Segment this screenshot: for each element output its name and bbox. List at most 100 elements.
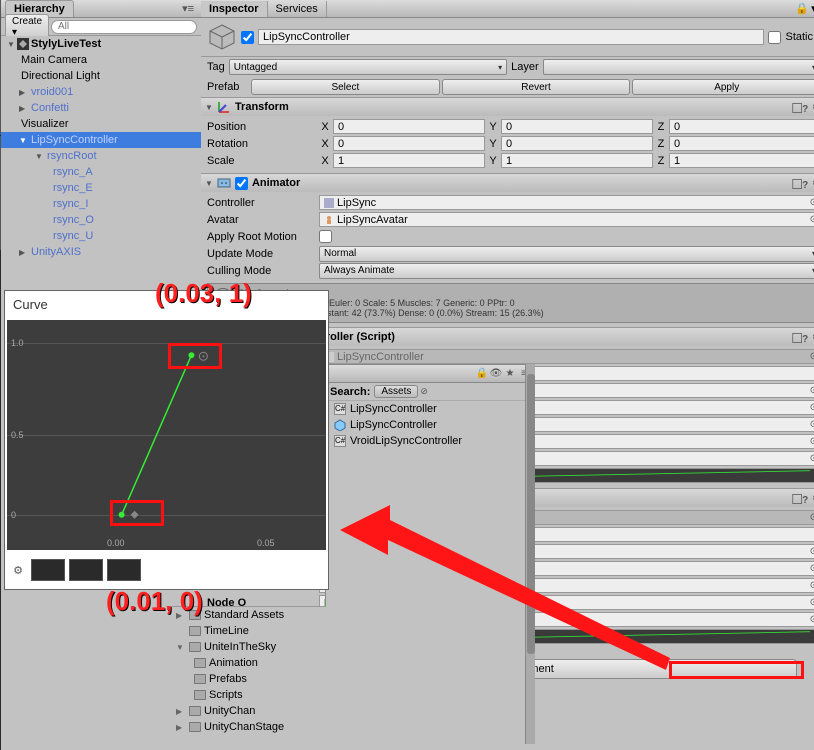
hierarchy-item[interactable]: Directional Light: [19, 70, 100, 82]
static-checkbox[interactable]: [768, 31, 781, 44]
scale-y-input[interactable]: [501, 153, 653, 168]
folder-row[interactable]: ▶UnityChan: [166, 703, 326, 719]
unity-icon: [17, 38, 29, 50]
script-icon: C#: [334, 403, 346, 415]
hierarchy-item[interactable]: Visualizer: [19, 118, 69, 130]
hierarchy-item[interactable]: rsync_U: [51, 230, 93, 242]
position-y-input[interactable]: [501, 119, 653, 134]
animator-enabled-checkbox[interactable]: [235, 177, 248, 190]
gear-icon[interactable]: ⚙: [9, 561, 27, 579]
hierarchy-item[interactable]: UnityAXIS: [29, 246, 81, 258]
avatar-label: Avatar: [207, 214, 317, 226]
annotation-box: [110, 500, 164, 526]
prefab-select-button[interactable]: Select: [251, 79, 440, 95]
tag-dropdown[interactable]: Untagged: [229, 59, 507, 75]
hierarchy-item[interactable]: Confetti: [29, 102, 69, 114]
folder-row[interactable]: ▼UniteInTheSky: [166, 639, 326, 655]
inspector-tab[interactable]: Inspector: [201, 1, 268, 17]
foldout-icon[interactable]: ▼: [205, 103, 213, 112]
culling-dropdown[interactable]: Always Animate: [319, 263, 814, 279]
static-label: Static: [785, 31, 813, 43]
hierarchy-item[interactable]: rsync_O: [51, 214, 94, 226]
favorite-icon[interactable]: ★: [503, 367, 517, 381]
layer-label: Layer: [511, 61, 539, 73]
hierarchy-item[interactable]: rsyncRoot: [45, 150, 97, 162]
position-label: Position: [207, 121, 317, 133]
rotation-x-input[interactable]: [333, 136, 485, 151]
script-field: LipSyncController: [319, 349, 814, 364]
layer-dropdown[interactable]: [543, 59, 814, 75]
asset-row[interactable]: LipSyncController: [326, 417, 535, 433]
help-icon[interactable]: ⃞?: [802, 330, 808, 345]
apply-root-label: Apply Root Motion: [207, 231, 317, 243]
hierarchy-item[interactable]: rsync_I: [51, 198, 88, 210]
animator-title: Animator: [252, 177, 798, 189]
foldout-icon[interactable]: ▼: [205, 179, 213, 188]
folder-row[interactable]: Animation: [166, 655, 326, 671]
search-label: Search:: [330, 386, 370, 398]
hierarchy-item-selected: ▼LipSyncController: [1, 132, 201, 148]
rotation-y-input[interactable]: [501, 136, 653, 151]
prefab-apply-button[interactable]: Apply: [632, 79, 814, 95]
services-tab[interactable]: Services: [268, 1, 327, 17]
controller-field[interactable]: LipSync: [319, 195, 814, 210]
transform-icon: [217, 100, 231, 114]
help-icon[interactable]: ⃞?: [802, 176, 808, 191]
curve-canvas[interactable]: 1.0 0.5 0 0.00 0.05: [7, 320, 326, 550]
script-icon: C#: [334, 435, 346, 447]
gameobject-name-input[interactable]: [258, 29, 764, 45]
help-icon[interactable]: ⃞?: [802, 100, 808, 115]
folder-row[interactable]: ▶UnityChanStage: [166, 719, 326, 735]
hierarchy-item[interactable]: rsync_A: [51, 166, 93, 178]
annotation-arrow: [340, 500, 680, 675]
folder-icon: [194, 690, 206, 700]
rotation-z-input[interactable]: [669, 136, 814, 151]
folder-row[interactable]: Prefabs: [166, 671, 326, 687]
panel-menu-icon[interactable]: ▾≡: [179, 2, 197, 15]
lock-icon[interactable]: 🔒: [795, 2, 809, 15]
annotation-text-2: (0.01, 0): [106, 586, 203, 617]
folder-row[interactable]: TimeLine: [166, 623, 326, 639]
asset-row[interactable]: C#LipSyncController: [326, 401, 535, 417]
annotation-box: [669, 661, 804, 679]
annotation-box: [168, 343, 222, 369]
scale-z-input[interactable]: [669, 153, 814, 168]
prefab-icon: [334, 419, 346, 431]
update-mode-dropdown[interactable]: Normal: [319, 246, 814, 262]
hierarchy-search-input[interactable]: [51, 20, 197, 34]
prefab-revert-button[interactable]: Revert: [442, 79, 631, 95]
hierarchy-item[interactable]: vroid001: [29, 86, 73, 98]
tag-label: Tag: [207, 61, 225, 73]
hierarchy-item[interactable]: rsync_E: [51, 182, 93, 194]
gameobject-enabled-checkbox[interactable]: [241, 31, 254, 44]
visibility-icon[interactable]: 👁: [489, 367, 503, 381]
curve-preset[interactable]: [107, 559, 141, 581]
rotation-label: Rotation: [207, 138, 317, 150]
hierarchy-item[interactable]: Main Camera: [19, 54, 87, 66]
curve-preset[interactable]: [31, 559, 65, 581]
folder-icon: [189, 642, 201, 652]
position-x-input[interactable]: [333, 119, 485, 134]
scale-x-input[interactable]: [333, 153, 485, 168]
folder-icon: [189, 706, 201, 716]
apply-root-checkbox[interactable]: [319, 230, 332, 243]
project-folders: ▶Standard Assets TimeLine ▼UniteInTheSky…: [166, 606, 326, 750]
help-icon[interactable]: ⃞?: [802, 491, 808, 506]
folder-row[interactable]: Scripts: [166, 687, 326, 703]
culling-label: Culling Mode: [207, 265, 317, 277]
scene-view[interactable]: Persp: [0, 0, 1, 135]
scene-name[interactable]: StylyLiveTest: [29, 38, 101, 50]
transform-title: Transform: [235, 101, 798, 113]
lock-icon[interactable]: 🔒: [475, 367, 489, 381]
asset-row[interactable]: C#VroidLipSyncController: [326, 433, 535, 449]
avatar-field[interactable]: LipSyncAvatar: [319, 212, 814, 227]
curve-editor-popup: Curve 1.0 0.5 0 0.00 0.05 ⚙: [4, 290, 329, 590]
position-z-input[interactable]: [669, 119, 814, 134]
search-scope-pill[interactable]: Assets: [374, 385, 418, 398]
curve-preset[interactable]: [69, 559, 103, 581]
folder-icon: [189, 626, 201, 636]
annotation-text-1: (0.03, 1): [155, 278, 252, 309]
animator-icon: [217, 176, 231, 190]
folder-icon: [194, 674, 206, 684]
gameobject-icon: [207, 22, 237, 52]
